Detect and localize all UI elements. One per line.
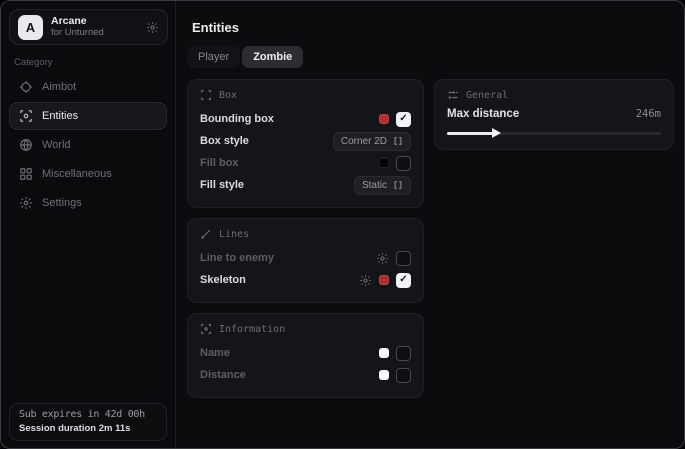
scan-eye-icon [19,109,33,123]
checkbox[interactable] [396,251,411,266]
sidebar-nav: Aimbot Entities World Miscellaneous [9,73,167,217]
settings-gear-icon[interactable] [376,252,389,265]
tab-zombie[interactable]: Zombie [242,46,303,68]
slider-fill [447,132,495,135]
tab-player[interactable]: Player [187,46,240,68]
checkbox[interactable] [396,156,411,171]
setting-label: Fill box [200,157,379,169]
general-card-header: General [447,89,661,101]
lines-card-title: Lines [219,229,249,240]
dropdown-value: Static [362,180,387,191]
crosshair-icon [19,80,33,94]
grid-icon [19,167,33,181]
sidebar-item-settings[interactable]: Settings [9,189,167,217]
right-column: General Max distance 246m [434,79,674,150]
scan-eye-icon [200,323,212,335]
checkbox[interactable] [396,368,411,383]
color-swatch[interactable] [379,158,389,168]
sidebar-item-label: Aimbot [42,81,76,93]
main-panel: Entities Player Zombie Box Bounding box [177,1,684,448]
pencil-line-icon [200,228,212,240]
max-distance-label: Max distance [447,108,636,120]
setting-label: Line to enemy [200,252,376,264]
checkbox[interactable] [396,273,411,288]
color-swatch[interactable] [379,370,389,380]
setting-label: Distance [200,369,379,381]
fill-style-dropdown[interactable]: Static [354,176,411,195]
checkbox[interactable] [396,346,411,361]
general-card-title: General [466,90,508,101]
left-column: Box Bounding box Box style Corne [187,79,424,398]
sidebar-item-entities[interactable]: Entities [9,102,167,130]
max-distance-value: 246m [636,108,661,120]
setting-row-bounding-box: Bounding box [200,108,411,130]
setting-row-line-to-enemy: Line to enemy [200,247,411,269]
app-meta: Arcane for Unturned [51,16,138,39]
setting-label: Skeleton [200,274,359,286]
entity-tabs: Player Zombie [187,46,303,68]
setting-row-distance: Distance [200,364,411,386]
category-label: Category [14,57,53,68]
setting-row-skeleton: Skeleton [200,269,411,291]
dropdown-value: Corner 2D [341,136,387,147]
app-window: A Arcane for Unturned Category Aimbot [0,0,685,449]
sidebar-item-world[interactable]: World [9,131,167,159]
app-logo-avatar: A [18,15,43,40]
box-card-title: Box [219,90,237,101]
setting-label: Bounding box [200,113,379,125]
lines-card-header: Lines [200,228,411,240]
sidebar-item-miscellaneous[interactable]: Miscellaneous [9,160,167,188]
setting-row-box-style: Box style Corner 2D [200,130,411,152]
brackets-icon [393,136,403,146]
information-card-title: Information [219,324,285,335]
sidebar-item-label: Miscellaneous [42,168,112,180]
brackets-icon [393,180,403,190]
sidebar-item-label: Settings [42,197,82,209]
setting-label: Name [200,347,379,359]
sidebar-item-label: World [42,139,71,151]
box-style-dropdown[interactable]: Corner 2D [333,132,411,151]
settings-gear-icon[interactable] [359,274,372,287]
gear-icon [19,196,33,210]
sliders-icon [447,89,459,101]
globe-icon [19,138,33,152]
slider-thumb[interactable] [492,128,501,138]
gear-icon[interactable] [146,21,159,34]
information-card-header: Information [200,323,411,335]
color-swatch[interactable] [379,348,389,358]
color-swatch[interactable] [379,114,389,124]
max-distance-row: Max distance 246m [447,108,661,120]
content: Box Bounding box Box style Corne [187,79,672,398]
scan-icon [200,89,212,101]
sidebar: A Arcane for Unturned Category Aimbot [1,1,176,448]
setting-row-fill-box: Fill box [200,152,411,174]
setting-row-fill-style: Fill style Static [200,174,411,196]
sidebar-item-label: Entities [42,110,78,122]
app-header-card: A Arcane for Unturned [9,9,168,45]
box-card: Box Bounding box Box style Corne [187,79,424,208]
sub-expiry-text: Sub expires in 42d 00h [19,409,157,422]
session-duration-text: Session duration 2m 11s [19,423,157,435]
setting-row-name: Name [200,342,411,364]
subscription-info-box: Sub expires in 42d 00h Session duration … [9,403,167,441]
lines-card: Lines Line to enemy Skeleton [187,218,424,303]
box-card-header: Box [200,89,411,101]
max-distance-slider[interactable] [447,129,661,138]
app-subtitle: for Unturned [51,28,138,38]
color-swatch[interactable] [379,275,389,285]
page-title: Entities [192,20,239,35]
information-card: Information Name Distance [187,313,424,398]
setting-label: Box style [200,135,333,147]
general-card: General Max distance 246m [434,79,674,150]
app-name: Arcane [51,16,138,28]
checkbox[interactable] [396,112,411,127]
sidebar-item-aimbot[interactable]: Aimbot [9,73,167,101]
setting-label: Fill style [200,179,354,191]
